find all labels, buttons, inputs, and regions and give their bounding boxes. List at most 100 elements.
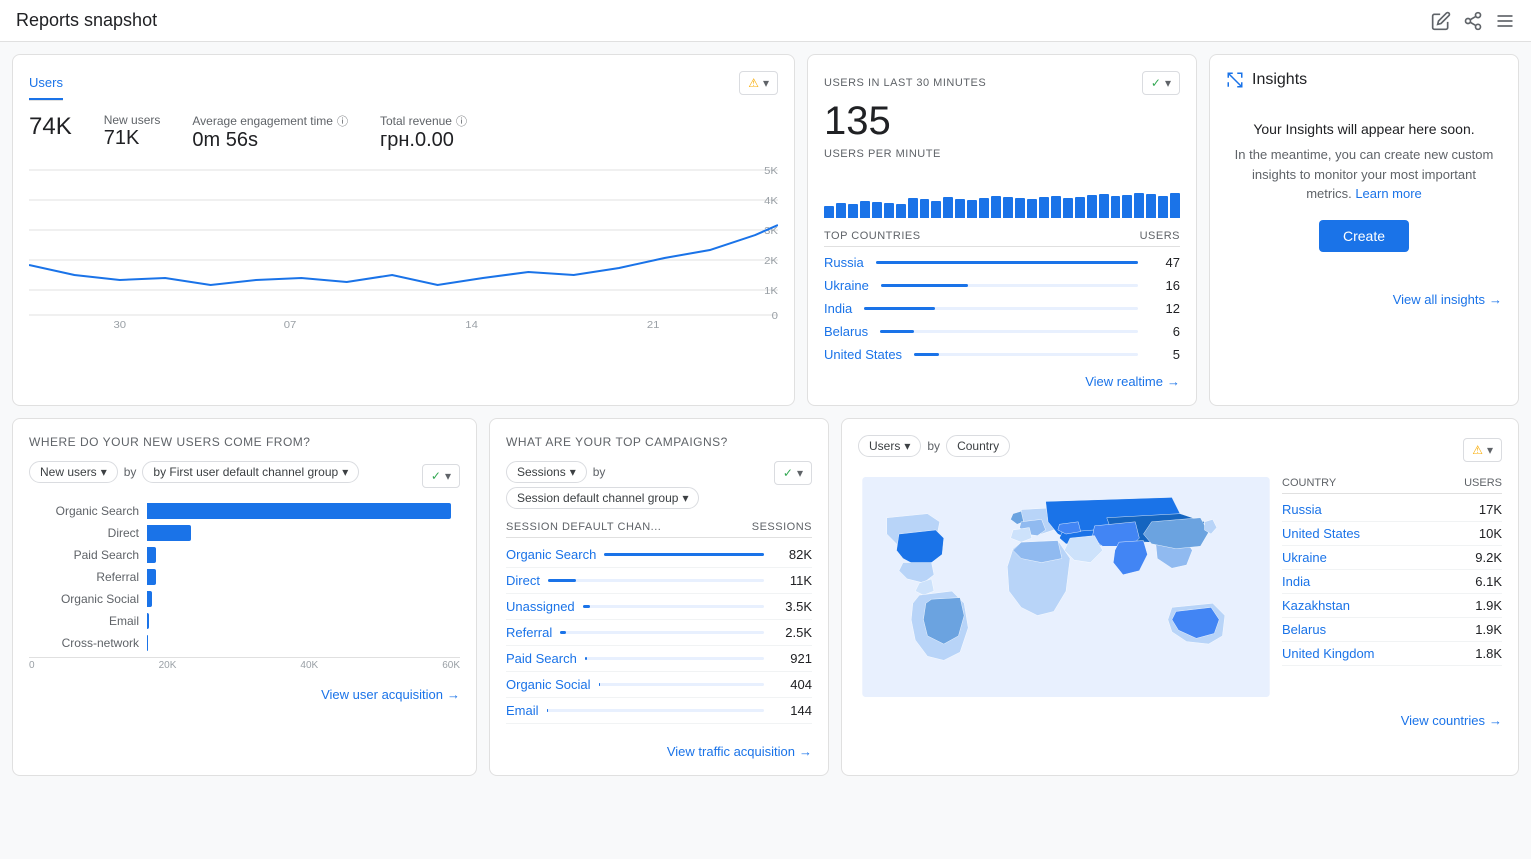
geo-ukraine[interactable]: Ukraine [1282,550,1327,565]
x-axis-0: 0 [29,660,35,671]
country-russia[interactable]: Russia [824,255,864,270]
view-realtime-link[interactable]: View realtime → [1085,374,1180,389]
realtime-dropdown[interactable]: ✓ ▾ [1142,71,1180,95]
view-user-acquisition-row: View user acquisition → [29,679,460,702]
create-button[interactable]: Create [1319,220,1409,252]
x-axis-20k: 20K [159,660,177,671]
c-organic-bar [604,553,764,556]
new-users-card: WHERE DO YOUR NEW USERS COME FROM? New u… [12,418,477,776]
metric-new-users: New users 71K [104,113,161,152]
campaign-email: Email 144 [506,698,812,724]
insights-sub-text: In the meantime, you can create new cust… [1235,147,1494,201]
c-paid-sessions: 921 [772,651,812,666]
users-header-label: USERS [1140,230,1180,242]
geo-options[interactable]: ⚠ ▾ [1463,438,1502,462]
geo-india[interactable]: India [1282,574,1310,589]
filter-sessions[interactable]: Sessions ▾ [506,461,587,483]
check-icon: ✓ [1151,76,1161,90]
share-icon[interactable] [1463,11,1483,31]
geo-belarus-val: 1.9K [1475,622,1502,637]
paid-search-label: Paid Search [29,548,139,562]
view-user-acquisition-link[interactable]: View user acquisition → [321,687,460,702]
bar-23 [1087,195,1097,218]
c-unassigned-sessions: 3.5K [772,599,812,614]
insights-arrow-icon: → [1489,292,1502,307]
country-india[interactable]: India [824,301,852,316]
learn-more-link[interactable]: Learn more [1355,186,1421,201]
filter-new-users[interactable]: New users ▾ [29,461,118,483]
filter-users-geo[interactable]: Users ▾ [858,435,921,457]
geo-filters: Users ▾ by Country [858,435,1010,457]
geo-us-val: 10K [1479,526,1502,541]
svg-text:14: 14 [465,320,478,330]
page-title: Reports snapshot [16,10,157,31]
channel-dropdown-icon: ▾ [342,465,348,479]
campaigns-list: Organic Search 82K Direct 11K Unassigned… [506,542,812,724]
view-all-insights-link[interactable]: View all insights → [1393,292,1502,307]
geo-kazakhstan-val: 1.9K [1475,598,1502,613]
bar-28 [1146,194,1156,218]
svg-text:2K: 2K [764,256,778,267]
russia-bar [876,261,1138,264]
country-us[interactable]: United States [824,347,902,362]
campaign-organic-search-name[interactable]: Organic Search [506,547,596,562]
geo-kazakhstan[interactable]: Kazakhstan [1282,598,1350,613]
geo-us[interactable]: United States [1282,526,1360,541]
organic-social-bar-wrapper [147,591,460,607]
avg-info-icon[interactable]: ⓘ [337,113,348,129]
bar-18 [1027,199,1037,218]
c-osocial-bar-wrapper [599,683,764,686]
campaigns-filter-top: Sessions ▾ by [506,461,699,483]
new-users-filter-row: New users ▾ by by First user default cha… [29,461,460,491]
view-traffic-acquisition-link[interactable]: View traffic acquisition → [667,744,812,759]
bar-10 [931,201,941,219]
realtime-count: 135 [824,99,1180,144]
users-dropdown[interactable]: ⚠ ▾ [739,71,778,95]
campaign-paid-search-name[interactable]: Paid Search [506,651,577,666]
edit-icon[interactable] [1431,11,1451,31]
insights-empty-title: Your Insights will appear here soon. [1234,121,1494,137]
campaigns-card: WHAT ARE YOUR TOP CAMPAIGNS? Sessions ▾ … [489,418,829,776]
country-ukraine[interactable]: Ukraine [824,278,869,293]
geo-russia[interactable]: Russia [1282,502,1322,517]
campaign-email-name[interactable]: Email [506,703,539,718]
campaigns-options[interactable]: ✓ ▾ [774,461,812,485]
customize-icon[interactable] [1495,11,1515,31]
arrow-right-icon: → [1167,374,1180,389]
geo-russia-val: 17K [1479,502,1502,517]
svg-text:30: 30 [113,320,126,330]
svg-text:0: 0 [772,311,778,322]
avg-value: 0m 56s [192,129,348,152]
organic-social-label: Organic Social [29,592,139,606]
avg-label: Average engagement time ⓘ [192,113,348,129]
campaigns-check-icon: ✓ [783,466,793,480]
view-realtime-row: View realtime → [824,366,1180,389]
x-axis-40k: 40K [300,660,318,671]
filter-channel-group[interactable]: by First user default channel group ▾ [142,461,359,483]
filter-country[interactable]: Country [946,435,1010,457]
new-users-options[interactable]: ✓ ▾ [422,464,460,488]
geo-row-ukraine: Ukraine 9.2K [1282,546,1502,570]
geo-belarus[interactable]: Belarus [1282,622,1326,637]
realtime-card: USERS IN LAST 30 MINUTES ✓ ▾ 135 USERS P… [807,54,1197,406]
filter-session-channel[interactable]: Session default channel group ▾ [506,487,699,509]
tab-users[interactable]: Users [29,71,63,100]
revenue-info-icon[interactable]: ⓘ [456,113,467,129]
view-countries-link[interactable]: View countries → [1401,713,1502,728]
campaign-referral-name[interactable]: Referral [506,625,552,640]
campaign-unassigned-name[interactable]: Unassigned [506,599,575,614]
geo-uk[interactable]: United Kingdom [1282,646,1375,661]
country-belarus[interactable]: Belarus [824,324,868,339]
campaign-organic-search: Organic Search 82K [506,542,812,568]
campaigns-filter-row: Sessions ▾ by Session default channel gr… [506,461,812,509]
belarus-bar [880,330,914,333]
belarus-bar-wrapper [880,330,1138,333]
campaign-referral: Referral 2.5K [506,620,812,646]
geo-row-kazakhstan: Kazakhstan 1.9K [1282,594,1502,618]
india-value: 12 [1150,301,1180,316]
user-acq-arrow-icon: → [447,687,460,702]
campaign-direct-name[interactable]: Direct [506,573,540,588]
campaign-organic-social-name[interactable]: Organic Social [506,677,591,692]
bar-2 [836,203,846,218]
warning-icon: ⚠ [748,76,759,90]
